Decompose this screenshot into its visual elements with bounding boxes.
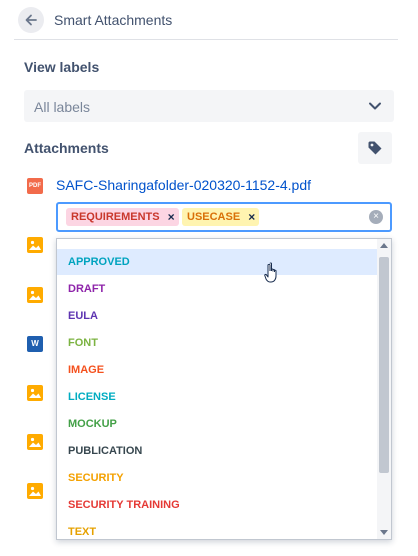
option-publication[interactable]: PUBLICATION bbox=[57, 438, 379, 464]
panel-title: Smart Attachments bbox=[54, 12, 173, 28]
scroll-thumb[interactable] bbox=[379, 257, 389, 473]
view-labels-heading: View labels bbox=[24, 59, 100, 75]
scroll-down-arrow-icon[interactable] bbox=[380, 530, 388, 535]
labels-select-value: All labels bbox=[34, 99, 91, 115]
option-approved[interactable]: APPROVED bbox=[57, 249, 379, 275]
option-security-training[interactable]: SECURITY TRAINING bbox=[57, 492, 379, 518]
back-button[interactable] bbox=[18, 7, 44, 33]
chip-label: USECASE bbox=[187, 211, 241, 223]
scroll-up-arrow-icon[interactable] bbox=[380, 243, 388, 248]
option-license[interactable]: LICENSE bbox=[57, 384, 379, 410]
labels-select[interactable]: All labels bbox=[24, 90, 394, 122]
tag-icon bbox=[368, 141, 382, 155]
image-file-icon bbox=[27, 483, 43, 499]
dropdown-scrollbar[interactable] bbox=[377, 239, 391, 539]
option-image[interactable]: IMAGE bbox=[57, 357, 379, 383]
pdf-file-icon: PDF bbox=[27, 178, 43, 194]
option-security[interactable]: SECURITY bbox=[57, 465, 379, 491]
attachment-name[interactable]: SAFC-Sharingafolder-020320-1152-4.pdf bbox=[56, 177, 311, 193]
option-text[interactable]: TEXT bbox=[57, 519, 379, 539]
option-font[interactable]: FONT bbox=[57, 330, 379, 356]
option-draft[interactable]: DRAFT bbox=[57, 276, 379, 302]
image-file-icon bbox=[27, 434, 43, 450]
chevron-down-icon bbox=[369, 102, 381, 110]
image-file-icon bbox=[27, 287, 43, 303]
clear-icon[interactable]: × bbox=[369, 210, 383, 224]
image-file-icon bbox=[27, 385, 43, 401]
panel-header: Smart Attachments bbox=[14, 0, 398, 40]
hand-cursor-icon bbox=[264, 262, 277, 283]
arrow-left-icon bbox=[25, 14, 37, 26]
label-chip-requirements: REQUIREMENTS × bbox=[66, 208, 179, 226]
option-eula[interactable]: EULA bbox=[57, 303, 379, 329]
label-options-dropdown[interactable]: APPROVED DRAFT EULA FONT IMAGE LICENSE M… bbox=[56, 238, 392, 540]
image-file-icon bbox=[27, 237, 43, 253]
chip-label: REQUIREMENTS bbox=[71, 211, 160, 223]
attachments-heading: Attachments bbox=[24, 140, 109, 156]
label-chip-usecase: USECASE × bbox=[182, 208, 260, 226]
remove-chip-icon[interactable]: × bbox=[248, 210, 255, 224]
label-picker-input[interactable]: REQUIREMENTS × USECASE × × bbox=[56, 202, 392, 232]
option-mockup[interactable]: MOCKUP bbox=[57, 411, 379, 437]
word-file-icon: W bbox=[27, 336, 43, 352]
remove-chip-icon[interactable]: × bbox=[168, 210, 175, 224]
manage-labels-button[interactable] bbox=[358, 132, 392, 164]
